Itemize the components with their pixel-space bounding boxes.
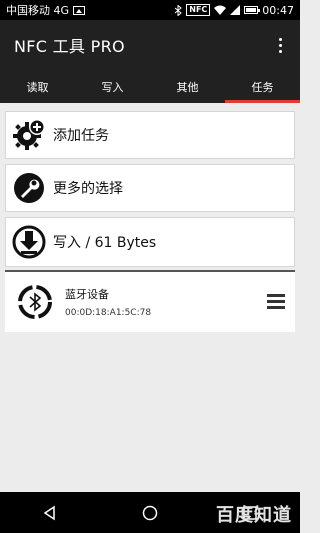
signal-icon [230, 5, 241, 15]
task-name: 蓝牙设备 [65, 288, 109, 301]
drag-handle-icon[interactable] [267, 294, 285, 309]
wifi-icon [214, 5, 227, 15]
bluetooth-status-icon [174, 4, 183, 16]
battery-icon [244, 6, 261, 14]
task-list-item[interactable]: 蓝牙设备 00:0D:18:A1:5C:78 [5, 270, 295, 332]
bluetooth-icon [18, 285, 52, 319]
tab-bar: 读取 写入 其他 任务 [0, 70, 300, 103]
status-bar: 中国移动 4G NFC 00:47 [0, 0, 300, 20]
overflow-menu-icon[interactable] [272, 35, 288, 55]
more-choices-label: 更多的选择 [53, 181, 123, 197]
back-icon[interactable] [42, 505, 58, 521]
tab-read[interactable]: 读取 [0, 70, 75, 103]
more-choices-button[interactable]: 更多的选择 [5, 164, 295, 212]
tab-write[interactable]: 写入 [75, 70, 150, 103]
watermark-logo: 百度知道 [216, 505, 292, 526]
nfc-status-icon: NFC [186, 4, 211, 16]
action-bar: NFC 工具 PRO [0, 20, 300, 70]
task-mac-address: 00:0D:18:A1:5C:78 [65, 308, 152, 318]
add-task-label: 添加任务 [53, 128, 109, 144]
add-task-button[interactable]: 添加任务 [5, 111, 295, 159]
navigation-bar: 百度知道 [0, 492, 300, 533]
image-notification-icon [73, 5, 86, 15]
gear-add-icon [13, 119, 45, 150]
wrench-icon [14, 173, 44, 203]
clock: 00:47 [262, 3, 294, 17]
write-label: 写入 / 61 Bytes [53, 235, 157, 251]
carrier-label: 中国移动 4G [6, 4, 70, 17]
download-circle-icon [12, 225, 46, 259]
tab-other[interactable]: 其他 [150, 70, 225, 103]
tab-tasks[interactable]: 任务 [225, 70, 300, 103]
write-button[interactable]: 写入 / 61 Bytes [5, 217, 295, 267]
app-title: NFC 工具 PRO [14, 37, 125, 56]
home-icon[interactable] [142, 505, 158, 521]
